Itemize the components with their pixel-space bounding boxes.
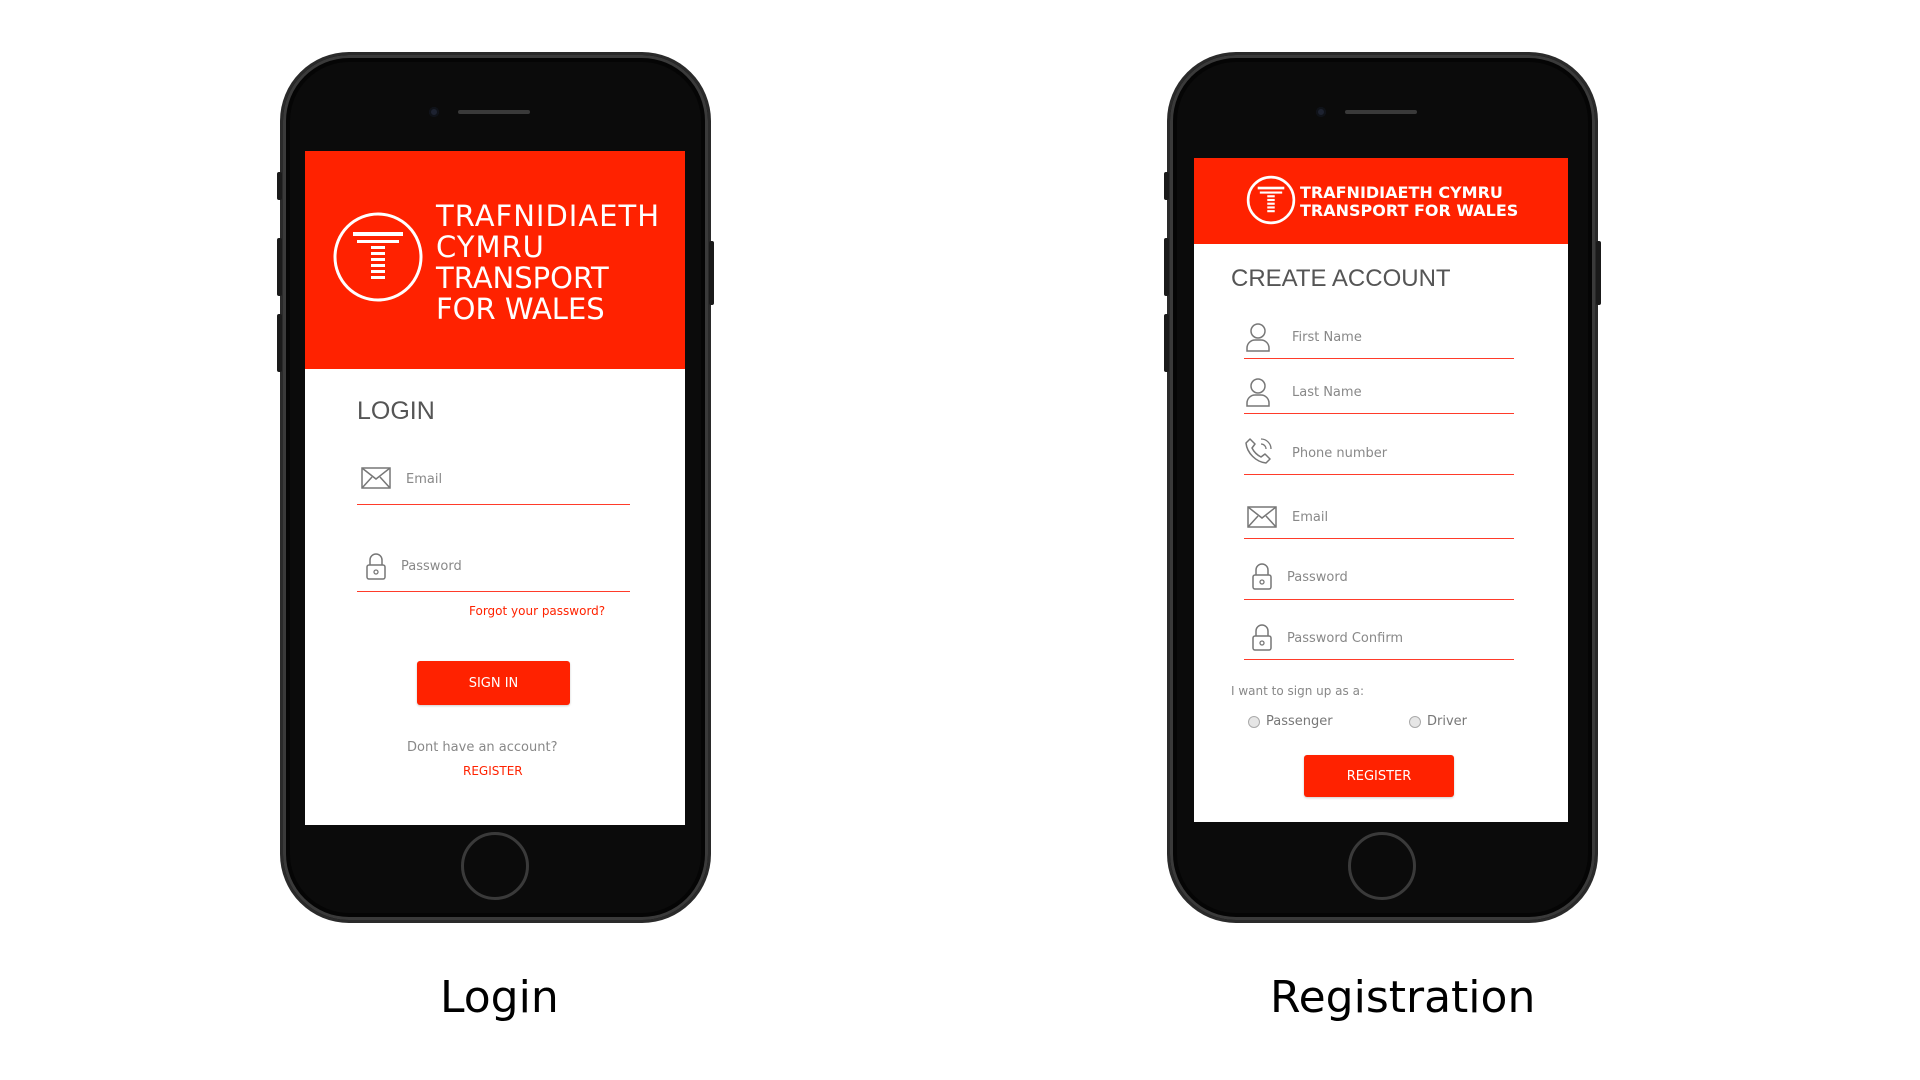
- email-placeholder: Email: [406, 472, 443, 487]
- phone-side-button: [277, 172, 282, 200]
- front-camera: [1316, 107, 1326, 117]
- password-confirm-field[interactable]: Password Confirm: [1244, 612, 1514, 660]
- driver-radio-label: Driver: [1427, 714, 1468, 729]
- password-field[interactable]: Password: [357, 542, 630, 592]
- password-confirm-placeholder: Password Confirm: [1287, 631, 1404, 646]
- phone-side-button: [1164, 314, 1169, 372]
- password-placeholder: Password: [1287, 570, 1348, 585]
- register-link[interactable]: REGISTER: [463, 764, 523, 778]
- brand-name-welsh-line1: TRAFNIDIAETH: [436, 199, 661, 233]
- email-placeholder: Email: [1292, 510, 1329, 525]
- login-screen: TRAFNIDIAETH CYMRU TRANSPORT FOR WALES L…: [305, 151, 685, 825]
- brand-name-welsh: TRAFNIDIAETH CYMRU: [1300, 183, 1503, 202]
- lock-icon: [366, 553, 386, 580]
- phone-side-button: [1164, 238, 1169, 296]
- brand-name-english-line2: FOR WALES: [436, 292, 605, 326]
- registration-caption: Registration: [1270, 972, 1536, 1023]
- registration-screen: TRAFNIDIAETH CYMRU TRANSPORT FOR WALES C…: [1194, 158, 1568, 822]
- lock-icon: [1252, 563, 1272, 590]
- sign-in-button[interactable]: SIGN IN: [417, 661, 570, 705]
- first-name-field[interactable]: First Name: [1244, 316, 1514, 359]
- phone-icon: [1245, 438, 1272, 464]
- phone-side-button: [277, 238, 282, 296]
- no-account-text: Dont have an account?: [407, 740, 558, 755]
- brand-name-english-line1: TRANSPORT: [436, 261, 609, 295]
- phone-side-button: [277, 314, 282, 372]
- phone-side-button: [1596, 241, 1601, 305]
- radio-button-icon: [1409, 715, 1421, 728]
- envelope-icon: [361, 467, 391, 489]
- speaker-grille: [458, 110, 530, 114]
- radio-button-icon: [1248, 715, 1260, 728]
- last-name-field[interactable]: Last Name: [1244, 371, 1514, 414]
- registration-phone-mockup: TRAFNIDIAETH CYMRU TRANSPORT FOR WALES C…: [1164, 55, 1601, 920]
- phone-side-button: [1164, 172, 1169, 200]
- home-button[interactable]: [461, 832, 529, 900]
- home-button[interactable]: [1348, 832, 1416, 900]
- speaker-grille: [1345, 110, 1417, 114]
- tfw-logo-icon: [333, 212, 423, 302]
- password-placeholder: Password: [401, 559, 462, 574]
- envelope-icon: [1247, 506, 1277, 528]
- driver-radio[interactable]: Driver: [1409, 714, 1467, 729]
- login-caption: Login: [440, 972, 559, 1023]
- first-name-placeholder: First Name: [1292, 330, 1362, 345]
- email-field[interactable]: Email: [1244, 488, 1514, 539]
- user-icon: [1246, 323, 1270, 352]
- page-title: LOGIN: [357, 397, 435, 425]
- passenger-radio-label: Passenger: [1266, 714, 1333, 729]
- brand-banner: TRAFNIDIAETH CYMRU TRANSPORT FOR WALES: [1194, 158, 1568, 244]
- tfw-logo-icon: [1246, 175, 1296, 225]
- phone-side-button: [709, 241, 714, 305]
- password-field[interactable]: Password: [1244, 551, 1514, 600]
- last-name-placeholder: Last Name: [1292, 385, 1362, 400]
- login-phone-mockup: TRAFNIDIAETH CYMRU TRANSPORT FOR WALES L…: [277, 55, 714, 920]
- user-icon: [1246, 378, 1270, 407]
- passenger-radio[interactable]: Passenger: [1248, 714, 1333, 729]
- lock-icon: [1252, 624, 1272, 651]
- brand-name-english: TRANSPORT FOR WALES: [1300, 201, 1519, 220]
- register-button[interactable]: REGISTER: [1304, 755, 1454, 797]
- phone-number-field[interactable]: Phone number: [1244, 428, 1514, 475]
- forgot-password-link[interactable]: Forgot your password?: [469, 604, 605, 618]
- page-title: CREATE ACCOUNT: [1231, 265, 1451, 292]
- front-camera: [429, 107, 439, 117]
- signup-role-prompt: I want to sign up as a:: [1231, 684, 1364, 698]
- brand-name-welsh-line2: CYMRU: [436, 230, 545, 264]
- phone-number-placeholder: Phone number: [1292, 446, 1388, 461]
- email-field[interactable]: Email: [357, 455, 630, 505]
- brand-banner: TRAFNIDIAETH CYMRU TRANSPORT FOR WALES: [305, 151, 685, 369]
